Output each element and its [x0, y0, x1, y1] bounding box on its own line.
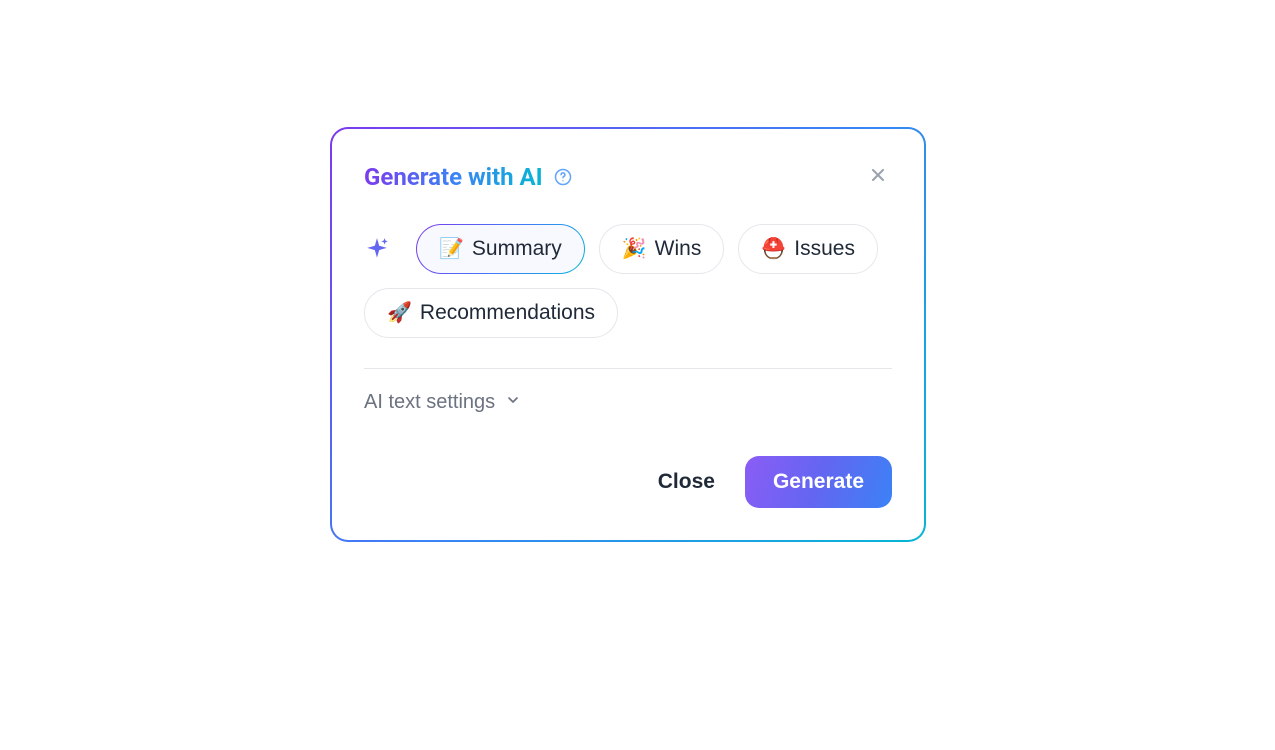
generate-button[interactable]: Generate [745, 456, 892, 508]
dialog-header: Generate with AI [364, 161, 892, 192]
close-icon [868, 165, 888, 188]
divider [364, 368, 892, 369]
close-button[interactable]: Close [650, 458, 723, 506]
dialog-footer: Close Generate [364, 456, 892, 508]
party-icon: 🎉 [622, 239, 647, 259]
chip-label: Issues [794, 237, 855, 261]
chip-wins[interactable]: 🎉 Wins [599, 224, 725, 274]
help-icon[interactable] [553, 167, 573, 187]
chip-label: Summary [472, 237, 562, 261]
sparkle-icon [364, 236, 390, 262]
chip-label: Recommendations [420, 301, 595, 325]
helmet-icon: ⛑️ [761, 239, 786, 259]
chips-row: 📝 Summary 🎉 Wins ⛑️ Issues 🚀 Recommendat… [364, 224, 892, 338]
rocket-icon: 🚀 [387, 303, 412, 323]
chip-issues[interactable]: ⛑️ Issues [738, 224, 878, 274]
ai-text-settings-toggle[interactable]: AI text settings [364, 391, 521, 414]
chevron-down-icon [505, 391, 521, 414]
generate-ai-dialog: Generate with AI [330, 127, 926, 542]
title-wrap: Generate with AI [364, 163, 573, 191]
memo-icon: 📝 [439, 239, 464, 259]
chip-recommendations[interactable]: 🚀 Recommendations [364, 288, 618, 338]
close-icon-button[interactable] [864, 161, 892, 192]
dialog-title: Generate with AI [364, 163, 543, 191]
settings-label: AI text settings [364, 391, 495, 414]
chip-label: Wins [655, 237, 702, 261]
chip-summary[interactable]: 📝 Summary [416, 224, 585, 274]
